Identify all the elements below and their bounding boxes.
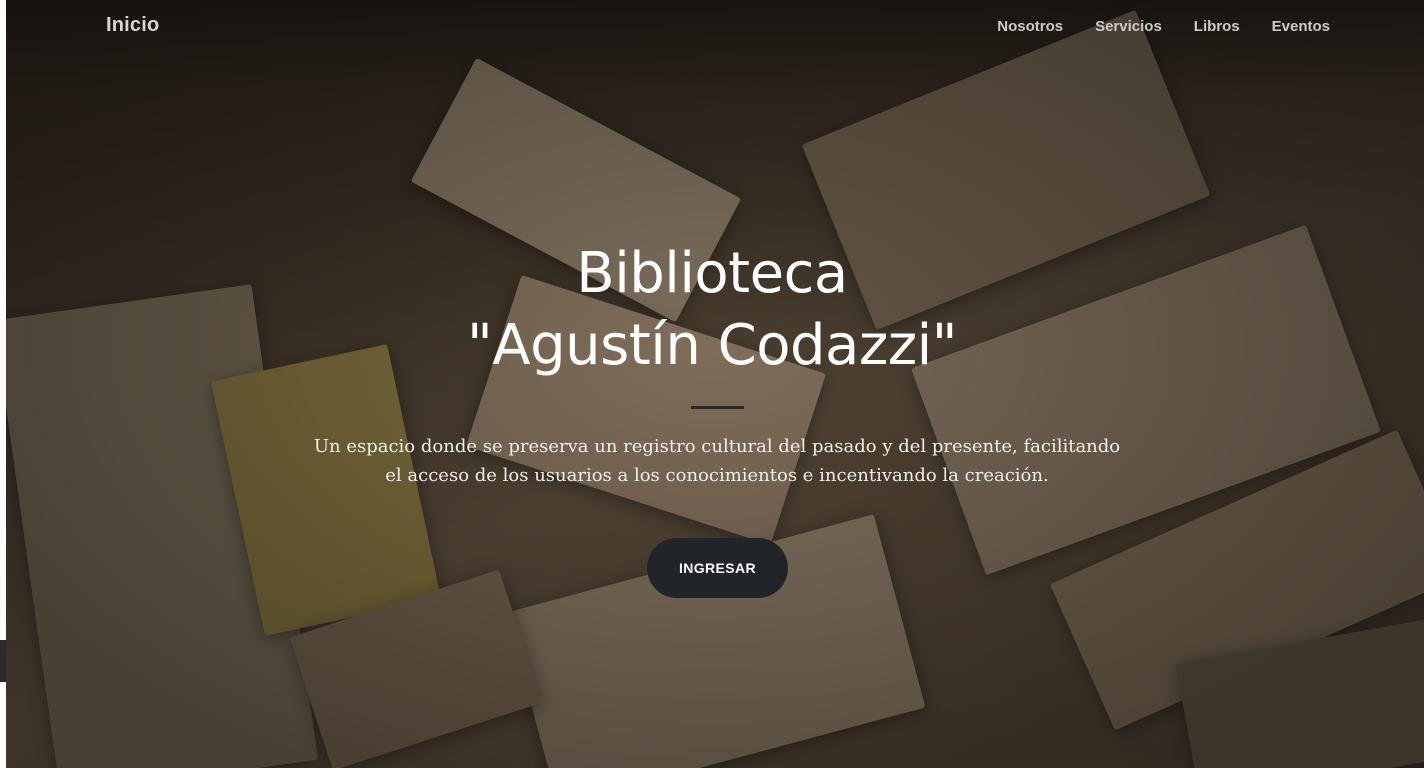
nav-link-servicios[interactable]: Servicios [1095, 18, 1162, 35]
page: Inicio Nosotros Servicios Libros Eventos… [0, 0, 1424, 768]
hero-subtitle: Un espacio donde se preserva un registro… [313, 436, 1121, 486]
ingresar-button[interactable]: INGRESAR [647, 538, 788, 598]
nav-link-eventos[interactable]: Eventos [1272, 18, 1330, 35]
hero-title: Biblioteca "Agustín Codazzi" [0, 238, 1424, 382]
navbar: Inicio Nosotros Servicios Libros Eventos [0, 0, 1424, 56]
hero-section: Biblioteca "Agustín Codazzi" Un espacio … [0, 0, 1424, 768]
nav-link-libros[interactable]: Libros [1194, 18, 1240, 35]
hero-title-line-2: "Agustín Codazzi" [467, 313, 957, 378]
brand-link-inicio[interactable]: Inicio [106, 14, 159, 37]
nav-links: Nosotros Servicios Libros Eventos [997, 18, 1330, 35]
nav-link-nosotros[interactable]: Nosotros [997, 18, 1063, 35]
hero-title-line-1: Biblioteca [576, 241, 848, 306]
title-divider [691, 406, 744, 409]
